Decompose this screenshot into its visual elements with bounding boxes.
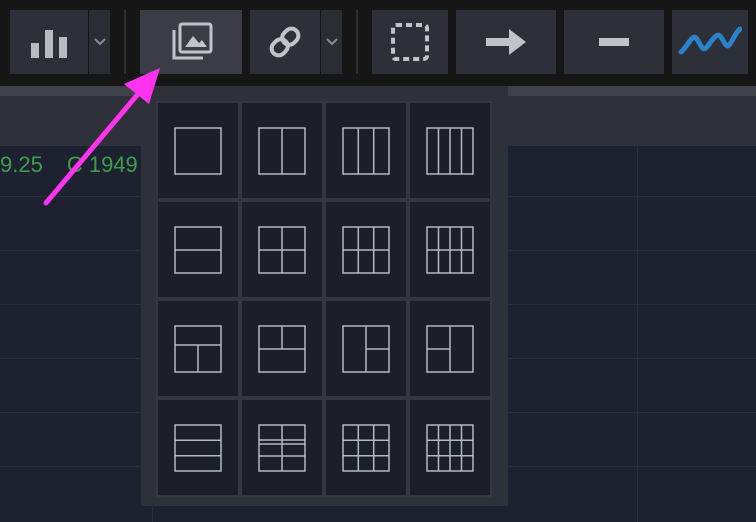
layout-grid-3x3-icon — [342, 423, 390, 472]
layout-option-two-rows[interactable] — [156, 200, 240, 299]
chevron-down-icon — [93, 38, 106, 46]
layout-left-plus-two-right-icon — [342, 324, 390, 373]
price-readout: 9.25 C 1949 — [0, 151, 138, 179]
link-button[interactable] — [250, 10, 320, 74]
link-icon — [269, 26, 301, 58]
layout-top-plus-two-bottom-icon — [174, 324, 222, 373]
layout-option-two-left-plus-right[interactable] — [408, 299, 492, 398]
layout-four-columns-icon — [426, 126, 474, 175]
layout-option-grid-3x3[interactable] — [324, 398, 408, 497]
wave-logo-icon — [678, 26, 742, 55]
layout-two-left-plus-right-icon — [426, 324, 474, 373]
layout-option-grid-2x2-split[interactable] — [240, 398, 324, 497]
layout-three-rows-icon — [174, 423, 222, 472]
layout-option-two-columns[interactable] — [240, 101, 324, 200]
layout-option-four-columns[interactable] — [408, 101, 492, 200]
layout-option-single[interactable] — [156, 101, 240, 200]
arrow-right-icon — [486, 29, 526, 55]
layout-option-four-by-two[interactable] — [408, 200, 492, 299]
layout-four-by-two-icon — [426, 225, 474, 274]
brand-button[interactable] — [672, 10, 748, 74]
price-value: 9.25 — [0, 152, 43, 177]
bar-chart-icon — [31, 30, 67, 58]
layout-option-three-rows[interactable] — [156, 398, 240, 497]
layout-dropdown-panel — [141, 86, 508, 506]
layout-option-two-top-plus-bottom[interactable] — [240, 299, 324, 398]
line-tool-button[interactable] — [564, 10, 664, 74]
minus-icon — [599, 38, 629, 46]
layout-two-by-two-icon — [258, 225, 306, 274]
chevron-down-icon — [325, 38, 338, 46]
layout-option-left-plus-two-right[interactable] — [324, 299, 408, 398]
layout-images-icon — [172, 22, 213, 60]
toolbar-separator — [124, 10, 126, 74]
layout-grid-4x3-icon — [426, 423, 474, 472]
layout-option-grid-4x3[interactable] — [408, 398, 492, 497]
selection-button[interactable] — [372, 10, 448, 74]
layout-three-by-two-icon — [342, 225, 390, 274]
layout-two-columns-icon — [258, 126, 306, 175]
toolbar — [0, 0, 756, 86]
layout-options-grid — [156, 101, 492, 497]
layout-grid-2x2-split-icon — [258, 423, 306, 472]
layout-single-icon — [174, 126, 222, 175]
layout-three-columns-icon — [342, 126, 390, 175]
layout-two-rows-icon — [174, 225, 222, 274]
layout-button[interactable] — [140, 10, 242, 74]
layout-option-three-by-two[interactable] — [324, 200, 408, 299]
chart-type-dropdown[interactable] — [89, 10, 110, 74]
layout-two-top-plus-bottom-icon — [258, 324, 306, 373]
toolbar-separator — [356, 10, 358, 74]
layout-option-three-columns[interactable] — [324, 101, 408, 200]
layout-option-top-plus-two-bottom[interactable] — [156, 299, 240, 398]
close-price: C 1949 — [66, 152, 138, 177]
dashed-square-icon — [391, 23, 429, 61]
arrow-tool-button[interactable] — [456, 10, 556, 74]
chart-type-button[interactable] — [10, 10, 88, 74]
grid-line — [637, 146, 638, 522]
layout-option-two-by-two[interactable] — [240, 200, 324, 299]
link-dropdown[interactable] — [321, 10, 342, 74]
